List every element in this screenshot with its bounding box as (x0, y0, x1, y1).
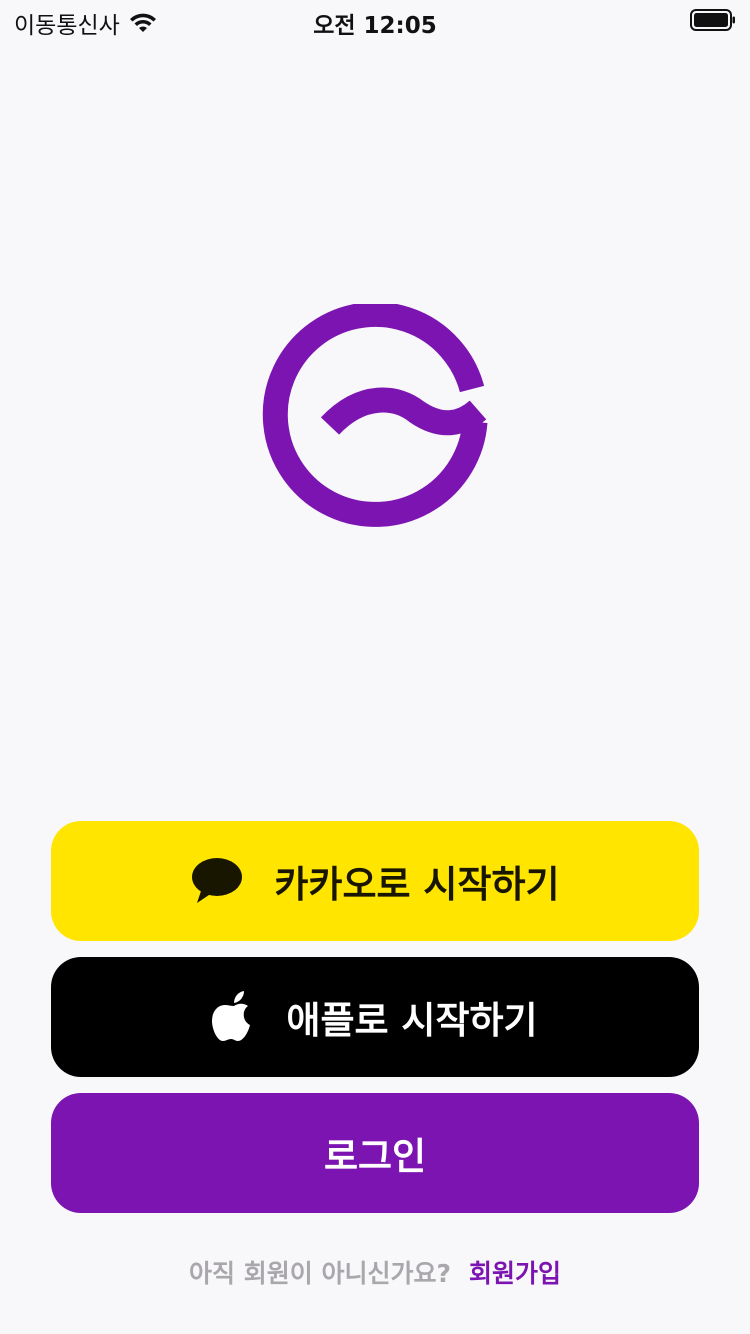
kakao-login-label: 카카오로 시작하기 (274, 863, 560, 906)
signup-link[interactable]: 회원가입 (469, 1254, 561, 1290)
speech-bubble-icon (190, 857, 244, 905)
status-time: 오전 12:05 (313, 13, 437, 39)
app-logo-icon (262, 301, 490, 532)
login-button[interactable]: 로그인 (51, 1093, 699, 1213)
kakao-login-button[interactable]: 카카오로 시작하기 (51, 821, 699, 941)
signup-question: 아직 회원이 아니신가요? (189, 1259, 451, 1288)
apple-login-label: 애플로 시작하기 (286, 999, 538, 1042)
signup-prompt: 아직 회원이 아니신가요? 회원가입 (0, 1254, 750, 1290)
battery-icon (690, 8, 736, 36)
apple-login-button[interactable]: 애플로 시작하기 (51, 957, 699, 1077)
login-label: 로그인 (323, 1135, 427, 1178)
status-bar: 이동통신사 오전 12:05 (0, 0, 750, 40)
apple-icon (212, 991, 256, 1043)
login-screen: 이동통신사 오전 12:05 카카오로 시작하기 애플로 시작하기 로그인 아직… (0, 0, 750, 1334)
